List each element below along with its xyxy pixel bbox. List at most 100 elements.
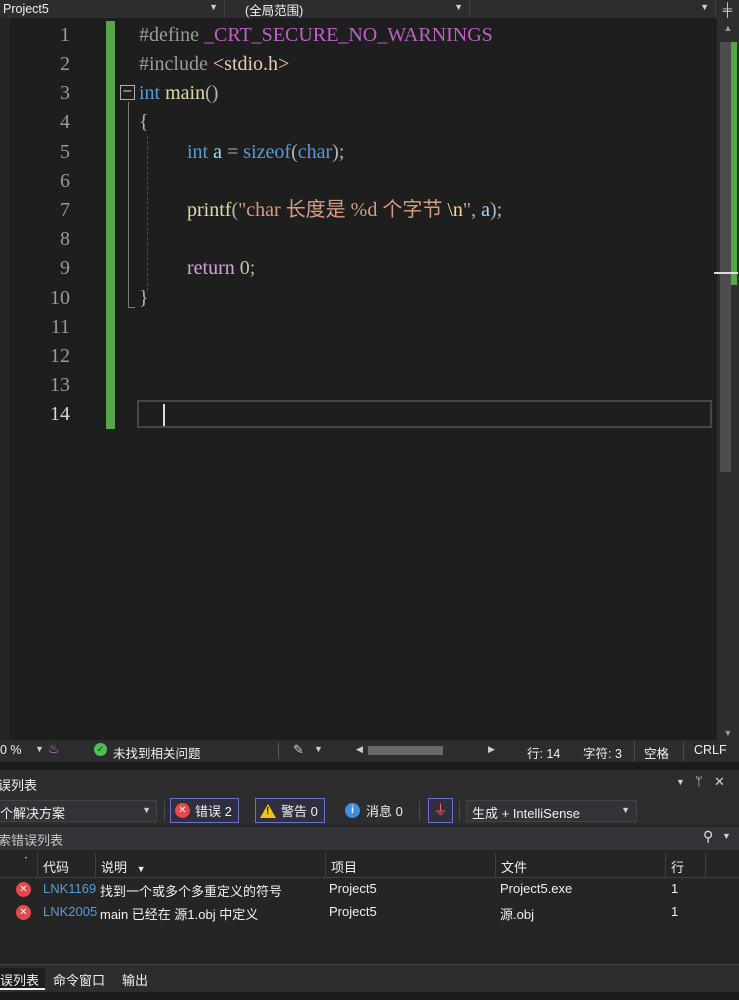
build-filter-dropdown[interactable]: 生成 + IntelliSense ▼ xyxy=(466,800,637,822)
keyword: return xyxy=(187,257,235,279)
intellicode-icon[interactable]: ♨ xyxy=(48,741,60,757)
code-line-7: printf("char 长度是 %d 个字节 \n", a); xyxy=(187,196,502,225)
search-icon[interactable]: ⚲ xyxy=(703,828,713,845)
keyword: char xyxy=(297,141,333,163)
zoom-level[interactable]: 0 % xyxy=(0,743,22,757)
column-header-project[interactable]: 项目 xyxy=(325,853,495,877)
warnings-count-label: 警告 0 xyxy=(281,804,318,819)
column-header-file[interactable]: 文件 xyxy=(495,853,665,877)
column-header-spacer xyxy=(705,853,739,877)
issues-status[interactable]: 未找到相关问题 xyxy=(113,743,201,762)
error-code-link[interactable]: LNK2005 xyxy=(43,904,98,919)
line-number: 5 xyxy=(60,141,70,163)
scroll-left-icon[interactable]: ◀ xyxy=(356,744,363,755)
warnings-filter-button[interactable]: ! 警告 0 xyxy=(255,798,325,823)
error-circle-icon: ✕ xyxy=(175,803,190,818)
code-editor[interactable]: 1 2 3 4 5 6 7 8 9 10 11 12 13 14 − #defi… xyxy=(0,18,739,740)
chevron-down-icon[interactable]: ▼ xyxy=(314,744,323,754)
line-number: 8 xyxy=(60,228,70,250)
punctuation: { xyxy=(139,111,149,133)
table-row[interactable]: ✕ LNK2005 main 已经在 源1.obj 中定义 Project5 源… xyxy=(0,901,739,924)
collapse-icon[interactable]: − xyxy=(120,85,135,100)
line-indicator[interactable]: 行: 14 xyxy=(527,743,560,762)
function-name: main xyxy=(165,82,206,104)
column-header-code[interactable]: 代码 xyxy=(37,853,95,877)
code-line-4: { xyxy=(139,108,149,137)
project-dropdown[interactable]: Project5 ▼ xyxy=(0,0,225,18)
tool-window-title: 误列表 xyxy=(0,778,38,793)
error-project: Project5 xyxy=(329,904,377,919)
escape-sequence: \n xyxy=(447,199,463,221)
line-number-current: 14 xyxy=(50,403,70,425)
code-line-10: } xyxy=(139,284,149,313)
column-header-description-label: 说明 xyxy=(101,860,128,875)
keyword: int xyxy=(139,82,161,104)
window-bottom-edge xyxy=(0,992,739,1000)
line-number: 7 xyxy=(60,199,70,221)
panel-divider[interactable] xyxy=(0,762,739,770)
close-icon[interactable]: ✕ xyxy=(714,774,725,790)
variable: a xyxy=(213,141,223,163)
member-dropdown[interactable]: ▼ xyxy=(470,0,716,18)
error-description: main 已经在 源1.obj 中定义 xyxy=(100,907,259,922)
table-row[interactable]: ✕ LNK1169 找到一个或多个多重定义的符号 Project5 Projec… xyxy=(0,878,739,901)
error-list-search[interactable]: 索错误列表 ⚲ ▼ xyxy=(0,827,739,850)
chevron-down-icon[interactable]: ▼ xyxy=(35,744,44,754)
separator xyxy=(164,801,165,821)
scope-dropdown-value: (全局范围) xyxy=(245,3,304,18)
split-window-icon[interactable]: ╪ xyxy=(716,0,739,18)
scrollbar-thumb[interactable] xyxy=(720,42,731,472)
code-cleanup-icon[interactable]: ✎ xyxy=(293,742,304,758)
column-indicator[interactable]: 字符: 3 xyxy=(583,743,622,762)
separator xyxy=(459,801,460,821)
line-number: 3 xyxy=(60,82,70,104)
scroll-up-icon[interactable]: ▲ xyxy=(717,23,739,33)
punctuation: ); xyxy=(489,199,503,221)
outline-guide-end xyxy=(128,307,135,308)
vertical-scrollbar[interactable]: ▲ ▼ xyxy=(714,18,739,740)
code-line-2: #include <stdio.h> xyxy=(139,50,289,79)
line-number: 2 xyxy=(60,53,70,75)
sort-handle-icon[interactable]: ⠁ xyxy=(0,853,37,877)
info-circle-icon: i xyxy=(345,803,360,818)
error-code-link[interactable]: LNK1169 xyxy=(43,881,98,896)
messages-filter-button[interactable]: i 消息 0 xyxy=(345,798,403,823)
search-input[interactable]: 索错误列表 xyxy=(0,830,63,849)
chevron-down-icon: ▼ xyxy=(454,2,463,12)
code-line-5: int a = sizeof(char); xyxy=(187,138,344,167)
scroll-down-icon[interactable]: ▼ xyxy=(717,728,739,738)
chevron-down-icon: ▼ xyxy=(621,805,630,815)
scroll-right-icon[interactable]: ▶ xyxy=(488,744,495,755)
tab-output[interactable]: 输出 xyxy=(116,968,154,990)
project-dropdown-value: Project5 xyxy=(3,2,49,16)
punctuation: ; xyxy=(249,257,256,279)
line-number: 11 xyxy=(50,316,70,338)
chevron-down-icon[interactable]: ▼ xyxy=(722,831,731,841)
error-file: 源.obj xyxy=(500,907,534,922)
tab-command-window[interactable]: 命令窗口 xyxy=(47,968,111,990)
error-circle-icon: ✕ xyxy=(16,905,31,920)
chevron-down-icon: ▼ xyxy=(700,2,709,12)
chevron-down-icon: ▼ xyxy=(142,805,151,815)
tool-window-titlebar: 误列表 ▼ ᛘ ✕ xyxy=(0,770,739,795)
code-line-9: return 0; xyxy=(187,254,255,283)
indentation-button[interactable]: 空格 xyxy=(634,741,678,761)
line-ending-button[interactable]: CRLF xyxy=(683,741,737,761)
window-menu-icon[interactable]: ▼ xyxy=(676,777,685,787)
number-literal: 0 xyxy=(239,257,250,279)
errors-filter-button[interactable]: ✕ 错误 2 xyxy=(170,798,239,823)
preprocessor-directive: #include xyxy=(139,53,208,75)
punctuation: , xyxy=(471,199,477,221)
pin-icon[interactable]: ᛘ xyxy=(695,774,703,789)
funnel-icon[interactable]: ⏚ xyxy=(428,798,453,823)
column-header-description[interactable]: 说明 ▼ xyxy=(95,853,325,877)
error-circle-icon: ✕ xyxy=(16,882,31,897)
horizontal-scrollbar-thumb[interactable] xyxy=(368,746,443,755)
punctuation: ); xyxy=(332,141,345,163)
tab-error-list[interactable]: 误列表 xyxy=(0,968,46,990)
function-name: printf xyxy=(187,199,232,221)
scope-dropdown[interactable]: (全局范围) ▼ xyxy=(225,0,470,18)
column-header-line[interactable]: 行 xyxy=(665,853,705,877)
macro-name: _CRT_SECURE_NO_WARNINGS xyxy=(203,24,493,46)
solution-scope-dropdown[interactable]: 个解决方案 ▼ xyxy=(0,800,157,822)
